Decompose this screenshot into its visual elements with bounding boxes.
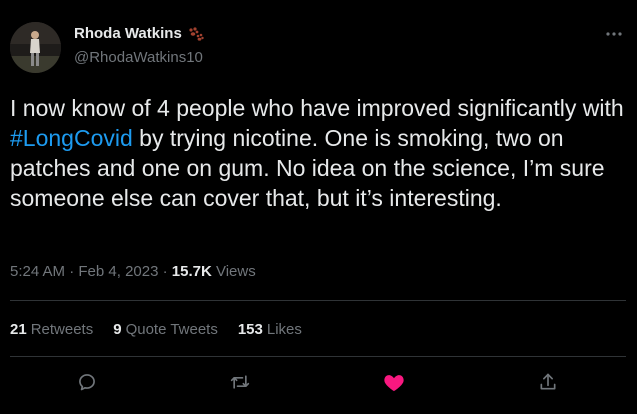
meta-separator: · [65,263,79,280]
reply-icon [77,372,97,397]
retweets-label: Retweets [30,321,94,338]
likes-label: Likes [266,321,302,338]
tweet-stats: 21 Retweets 9 Quote Tweets 153 Likes [10,321,322,339]
retweet-button[interactable] [228,372,252,396]
views-count: 15.7K [171,263,212,280]
likes-stat[interactable]: 153 Likes [238,321,302,339]
author-name-text: Rhoda Watkins [74,25,182,42]
divider [10,356,626,357]
retweet-icon [229,372,251,397]
views-label: Views [211,263,256,280]
quote-tweets-count: 9 [113,321,122,338]
paw-prints-icon [188,27,204,46]
author-name[interactable]: Rhoda Watkins [74,25,204,46]
quote-tweets-label: Quote Tweets [125,321,218,338]
avatar[interactable] [10,22,61,73]
author-handle[interactable]: @RhodaWatkins10 [74,49,203,67]
heart-icon [383,372,405,397]
quote-tweets-stat[interactable]: 9 Quote Tweets [113,321,218,339]
likes-count: 153 [237,321,263,338]
tweet-text-part: I now know of 4 people who have improved… [10,95,624,121]
tweet-text: I now know of 4 people who have improved… [10,93,630,213]
tweet-meta: 5:24 AM · Feb 4, 2023 · 15.7K Views [10,263,256,281]
hashtag-link[interactable]: #LongCovid [10,125,133,151]
retweets-count: 21 [10,321,27,338]
divider [10,300,626,301]
share-icon [538,372,558,397]
tweet-card: Rhoda Watkins @RhodaWatkins10 I now know… [0,0,637,414]
like-button[interactable] [382,372,406,396]
more-icon[interactable] [600,24,628,44]
share-button[interactable] [536,372,560,396]
reply-button[interactable] [75,372,99,396]
meta-separator: · [158,263,172,280]
retweets-stat[interactable]: 21 Retweets [10,321,93,339]
tweet-date[interactable]: Feb 4, 2023 [78,263,158,280]
tweet-time[interactable]: 5:24 AM [10,263,65,280]
